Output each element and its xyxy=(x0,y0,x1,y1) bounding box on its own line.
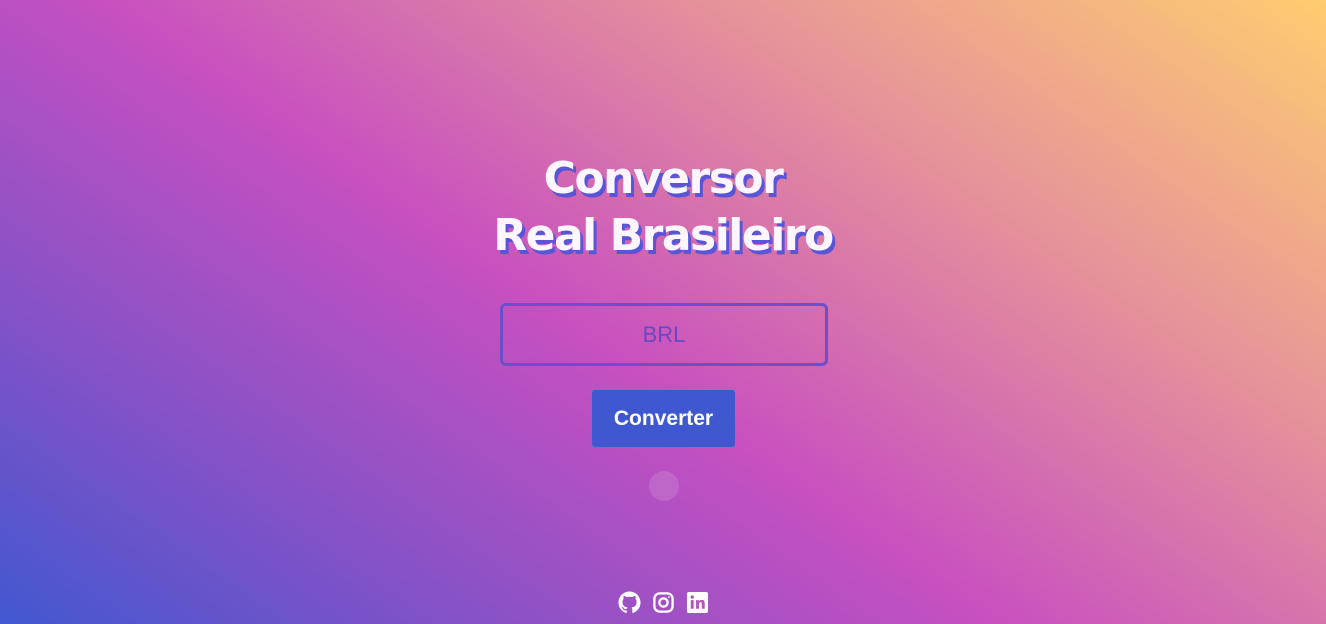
convert-button[interactable]: Converter xyxy=(592,390,735,447)
title-line-2: Real Brasileiro xyxy=(493,210,834,261)
app-container: Conversor Real Brasileiro Converter xyxy=(0,0,1326,624)
linkedin-link[interactable] xyxy=(686,591,709,614)
amount-input[interactable] xyxy=(500,303,828,366)
instagram-icon xyxy=(652,591,675,614)
github-link[interactable] xyxy=(618,591,641,614)
linkedin-icon xyxy=(686,591,709,614)
github-icon xyxy=(618,591,641,614)
result-indicator xyxy=(649,471,679,501)
title-line-1: Conversor xyxy=(543,153,784,204)
instagram-link[interactable] xyxy=(652,591,675,614)
social-links xyxy=(618,591,709,614)
page-title: Conversor Real Brasileiro xyxy=(0,150,1326,264)
